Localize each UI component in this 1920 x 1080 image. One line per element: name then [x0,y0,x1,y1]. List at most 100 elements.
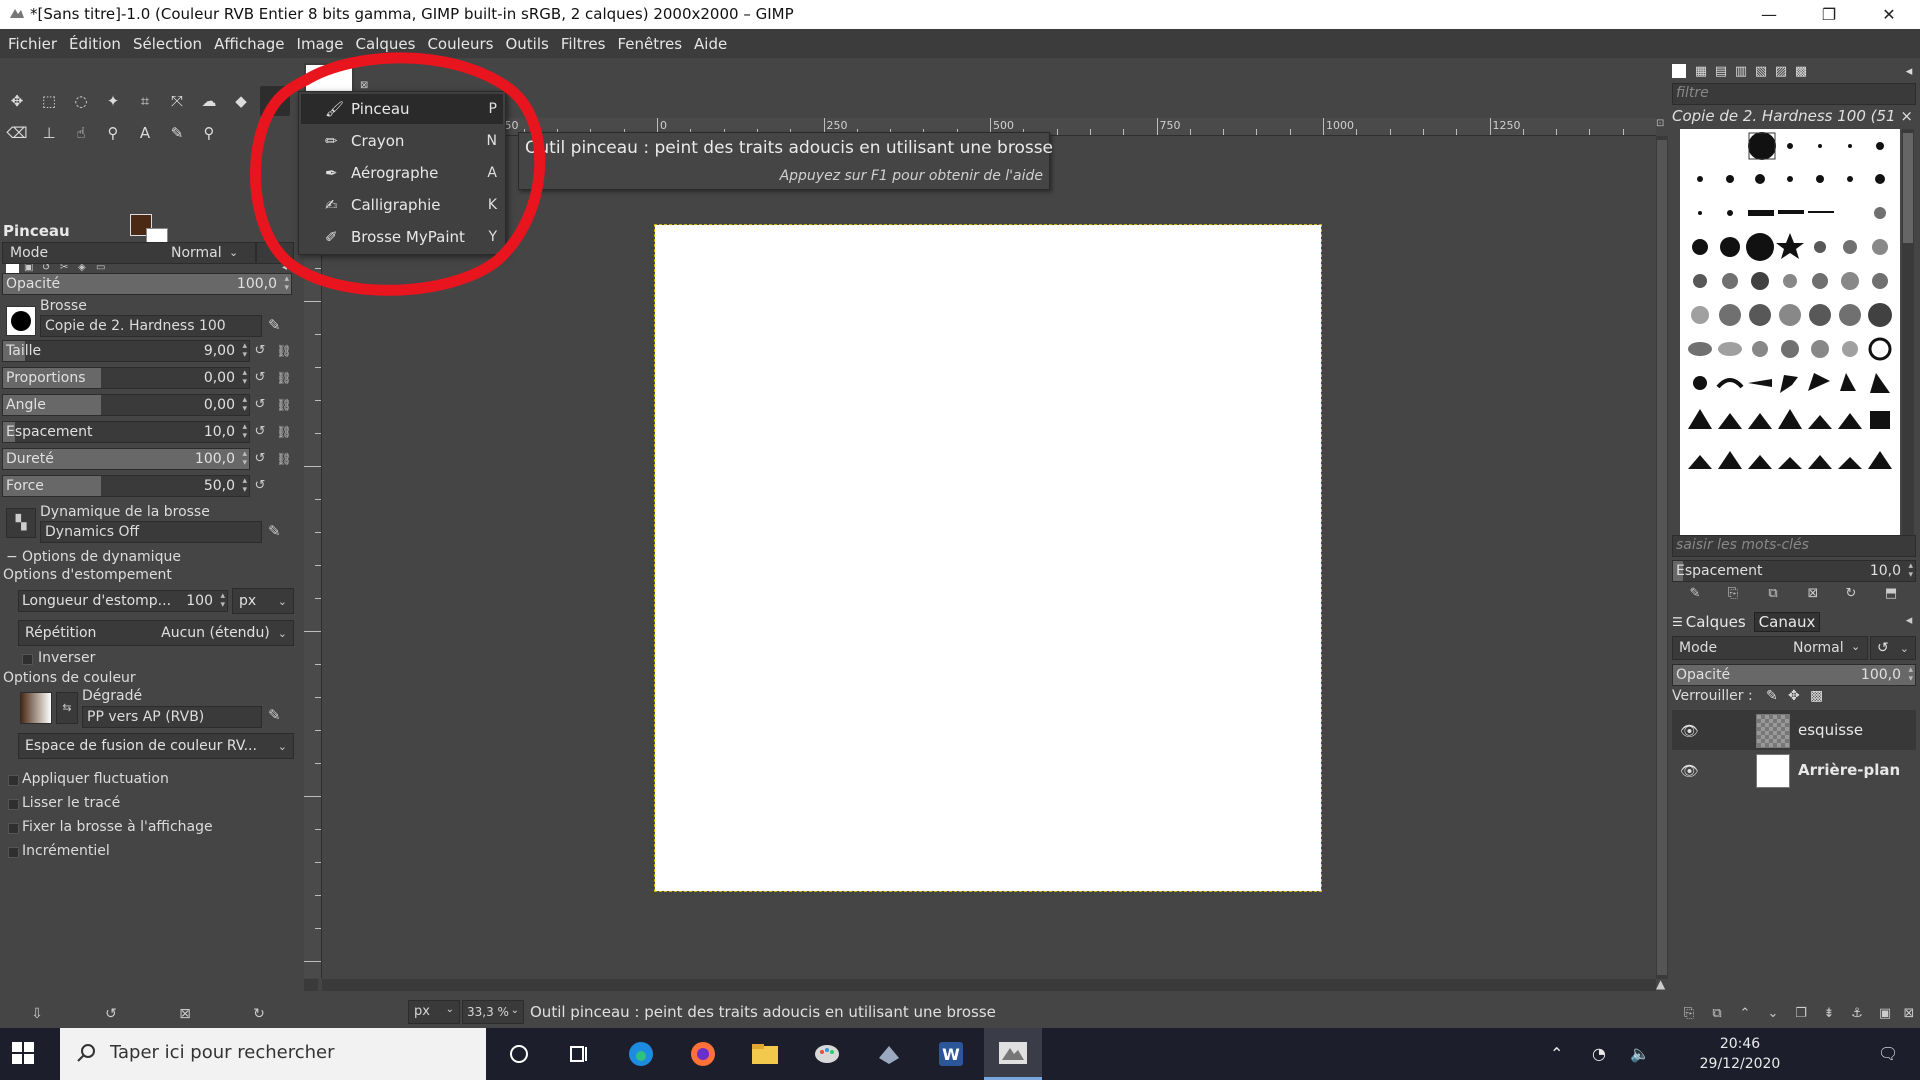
word-app-icon[interactable]: W [922,1028,980,1080]
dynamics-field[interactable]: Dynamics Off [40,521,262,543]
show-hidden-icons-icon[interactable]: ⌃ [1550,1044,1563,1063]
brushes-scrollbar[interactable] [1902,129,1914,535]
link-icon[interactable]: ⛓ [276,370,292,386]
brush-tags-input[interactable]: saisir les mots-clés [1672,535,1916,557]
menu-item-pencil[interactable]: ✏ Crayon N [301,126,503,156]
blend-space-dropdown[interactable]: Espace de fusion de couleur RV... ⌄ [18,733,294,759]
jitter-checkbox[interactable] [8,775,19,786]
minimize-button[interactable]: — [1740,0,1798,29]
paint-app-icon[interactable] [798,1028,856,1080]
menu-item-ink[interactable]: ✍ Calligraphie K [301,190,503,220]
dynamics-icon[interactable]: ▚ [6,508,36,538]
menu-outils[interactable]: Outils [499,35,554,53]
task-view-icon[interactable] [550,1028,608,1080]
lock-pixels-icon[interactable]: ✎ [1766,688,1778,704]
image-tab-thumbnail[interactable] [304,63,354,93]
fuzzy-select-icon[interactable]: ✦ [98,86,128,116]
move-tool-icon[interactable]: ✥ [2,86,32,116]
fonts-tab-icon[interactable]: ▤ [1712,64,1730,82]
tab-calques[interactable]: Calques [1686,613,1746,631]
edit-dynamics-icon[interactable]: ✎ [268,522,288,542]
lock-brush-checkbox[interactable] [8,823,19,834]
edit-gradient-icon[interactable]: ✎ [268,706,288,726]
paint3d-app-icon[interactable] [860,1028,918,1080]
reset-icon[interactable]: ↺ [252,370,268,386]
restore-button[interactable]: ❐ [1800,0,1858,29]
refresh-brushes-icon[interactable]: ↻ [1842,586,1860,604]
reset-icon[interactable]: ↺ [252,397,268,413]
smudge-icon[interactable]: ☝ [66,118,96,148]
menu-fenetres[interactable]: Fenêtres [611,35,688,53]
paths-icon[interactable]: ⚲ [98,118,128,148]
volume-icon[interactable]: 🔈 [1630,1044,1650,1063]
file-explorer-icon[interactable] [736,1028,794,1080]
zoom-dropdown[interactable]: 33,3 % ⌄ [462,1000,524,1024]
crop-icon[interactable]: ⌗ [130,86,160,116]
dynamics-options-expander[interactable]: Options de dynamique [22,549,181,565]
brushes-tab-icon[interactable] [1672,64,1686,78]
hardness-slider[interactable]: Dureté 100,0 ▴ ▾ [2,448,250,470]
palettes-tab-icon[interactable]: ▨ [1772,64,1790,82]
eraser-icon[interactable]: ⌫ [2,118,32,148]
layer-mode-switch[interactable]: ↺ ⌄ [1870,636,1916,660]
menu-calques[interactable]: Calques [350,35,422,53]
image-canvas[interactable] [654,224,1322,892]
reverse-gradient-icon[interactable]: ⇆ [56,692,78,724]
brush-filter-input[interactable]: filtre [1672,83,1916,105]
navigate-icon[interactable]: ⊡ [1656,118,1668,136]
delete-preset-icon[interactable]: ⊠ [176,1006,194,1024]
delete-layer-icon[interactable]: ⊠ [1900,1006,1918,1024]
gradient-field[interactable]: PP vers AP (RVB) [82,706,262,728]
edit-brush-icon[interactable]: ✎ [1686,586,1704,604]
warp-icon[interactable]: ☁ [194,86,224,116]
brush-name-field[interactable]: Copie de 2. Hardness 100 [40,315,262,337]
lock-alpha-icon[interactable]: ▩ [1810,688,1823,704]
opacity-slider[interactable]: Opacité 100,0 ▴ ▾ [2,273,292,295]
menu-aide[interactable]: Aide [688,35,733,53]
stamp-unit-dropdown[interactable]: px ⌄ [232,588,294,614]
repeat-dropdown[interactable]: Répétition Aucun (étendu) ⌄ [18,620,294,646]
visibility-eye-icon[interactable]: 👁 [1680,762,1699,780]
paintbrush-tool-icon[interactable] [260,86,290,116]
notifications-icon[interactable]: 🗨 [1878,1044,1898,1063]
gradients-tab-icon[interactable]: ▧ [1752,64,1770,82]
layer-opacity-slider[interactable]: Opacité 100,0 ▴ ▾ [1672,664,1916,686]
menu-image[interactable]: Image [291,35,350,53]
layer-row-arriere-plan[interactable]: 👁 Arrière-plan [1672,750,1916,790]
layer-row-esquisse[interactable]: 👁 esquisse [1672,710,1916,750]
duplicate-brush-icon[interactable]: ⧉ [1764,586,1782,604]
visibility-eye-icon[interactable]: 👁 [1680,722,1699,740]
layer-mode-dropdown[interactable]: Mode Normal ⌄ [1672,636,1868,660]
horizontal-scrollbar[interactable] [322,979,1656,991]
rect-select-icon[interactable]: ⬚ [34,86,64,116]
bucket-fill-icon[interactable]: ◆ [226,86,256,116]
menu-affichage[interactable]: Affichage [208,35,290,53]
link-icon[interactable]: ⛓ [276,451,292,467]
edge-browser-icon[interactable] [612,1028,670,1080]
menu-couleurs[interactable]: Couleurs [421,35,499,53]
close-button[interactable]: ✕ [1860,0,1918,29]
incremental-checkbox[interactable] [8,847,19,858]
mode-row[interactable]: Mode Normal ⌄ [2,242,256,264]
network-icon[interactable]: ◔ [1592,1044,1606,1063]
open-brush-icon[interactable]: ⬒ [1882,586,1900,604]
reset-icon[interactable]: ↺ [252,451,268,467]
stamp-length-slider[interactable]: Longueur d'estomp... 100 ▴ ▾ [18,590,228,612]
delete-brush-icon[interactable]: ⊠ [1804,586,1822,604]
quick-mask-toggle[interactable] [304,979,318,991]
merge-layer-icon[interactable]: ⇟ [1820,1006,1838,1024]
tab-menu-icon[interactable]: ◂ [1900,613,1918,631]
reset-icon[interactable]: ↺ [252,424,268,440]
size-slider[interactable]: Taille 9,00 ▴ ▾ [2,340,250,362]
raise-layer-icon[interactable]: ⌃ [1736,1006,1754,1024]
menu-item-mypaint[interactable]: ✐ Brosse MyPaint Y [301,222,503,252]
link-icon[interactable]: ⛓ [276,397,292,413]
smooth-stroke-checkbox[interactable] [8,799,19,810]
transform-icon[interactable]: ⤧ [162,86,192,116]
edit-brush-icon[interactable]: ✎ [268,316,288,336]
unit-dropdown[interactable]: px ⌄ [408,1000,460,1024]
menu-filtres[interactable]: Filtres [555,35,612,53]
firefox-icon[interactable] [674,1028,732,1080]
new-layer-icon[interactable]: ⧉ [1708,1006,1726,1024]
lock-position-icon[interactable]: ✥ [1788,688,1800,704]
